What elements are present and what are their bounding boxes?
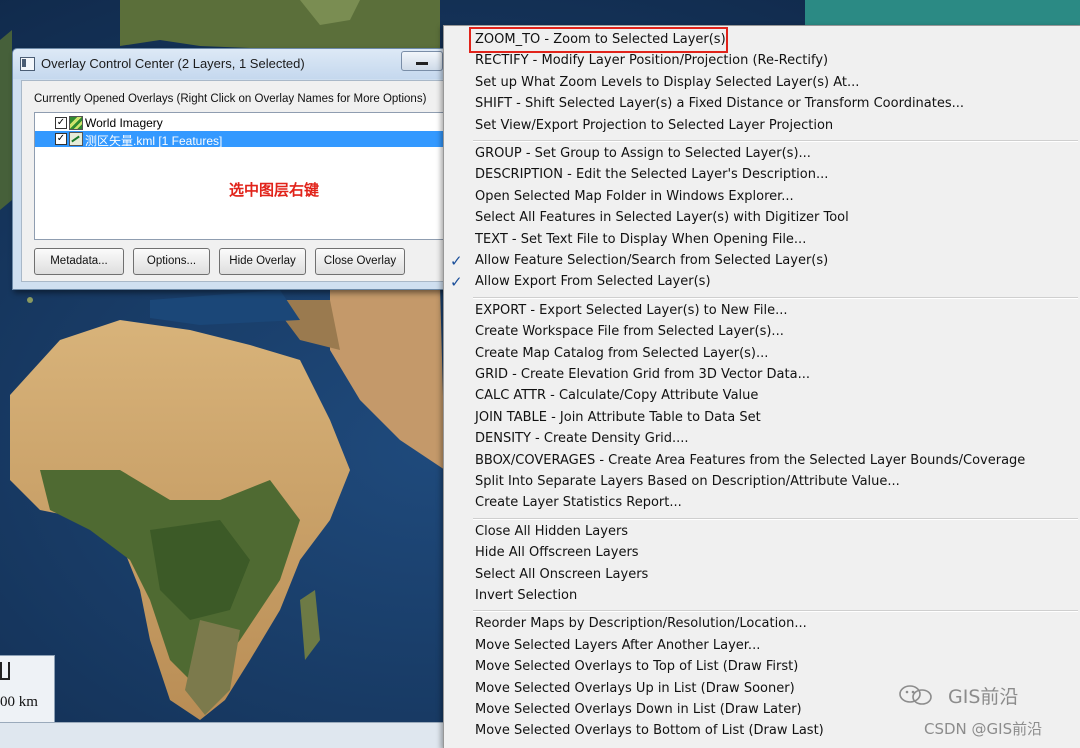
window-titlebar[interactable]: Overlay Control Center (2 Layers, 1 Sele…: [13, 49, 447, 79]
menu-separator: [473, 296, 1078, 299]
layer-visibility-checkbox[interactable]: ✓: [55, 133, 67, 145]
menu-item[interactable]: Move Selected Overlays Up in List (Draw …: [475, 679, 795, 699]
menu-separator: [473, 610, 1078, 613]
menu-item[interactable]: Move Selected Layers After Another Layer…: [475, 636, 760, 656]
wechat-icon: [899, 685, 932, 705]
menu-item[interactable]: Close All Hidden Layers: [475, 522, 628, 542]
watermark-credit: CSDN @GIS前沿: [924, 720, 1043, 738]
annotation-text: 选中图层右键: [229, 181, 320, 199]
status-bar: [0, 722, 445, 748]
menu-item[interactable]: Allow Feature Selection/Search from Sele…: [475, 251, 828, 271]
menu-item[interactable]: Open Selected Map Folder in Windows Expl…: [475, 187, 794, 207]
scale-bar-label: 00 km: [0, 694, 38, 710]
overlay-list-item-selected[interactable]: ✓ 测区矢量.kml [1 Features]: [35, 131, 445, 148]
raster-layer-icon: [69, 116, 83, 130]
menu-item[interactable]: Select All Features in Selected Layer(s)…: [475, 208, 849, 228]
menu-item[interactable]: DESCRIPTION - Edit the Selected Layer's …: [475, 165, 828, 185]
menu-separator: [473, 140, 1078, 142]
overlays-caption: Currently Opened Overlays (Right Click o…: [34, 93, 427, 105]
checkmark-icon: ✓: [450, 273, 463, 292]
menu-item[interactable]: Create Map Catalog from Selected Layer(s…: [475, 344, 768, 364]
layer-context-menu[interactable]: ZOOM_TO - Zoom to Selected Layer(s) RECTI…: [443, 25, 1080, 748]
overlay-list[interactable]: ✓ World Imagery ✓ 测区矢量.kml [1 Features] …: [34, 112, 446, 240]
menu-item[interactable]: Move Selected Overlays to Bottom of List…: [475, 721, 824, 741]
window-title: Overlay Control Center (2 Layers, 1 Sele…: [41, 56, 305, 71]
menu-item[interactable]: BBOX/COVERAGES - Create Area Features fr…: [475, 451, 1025, 471]
menu-item[interactable]: Set up What Zoom Levels to Display Selec…: [475, 73, 859, 93]
menu-item[interactable]: Create Workspace File from Selected Laye…: [475, 322, 784, 342]
menu-item[interactable]: Split Into Separate Layers Based on Desc…: [475, 472, 900, 492]
scale-bar: 00 km: [0, 655, 55, 724]
layer-name: World Imagery: [85, 116, 163, 130]
layer-name: 测区矢量.kml [1 Features]: [85, 134, 223, 148]
menu-item[interactable]: JOIN TABLE - Join Attribute Table to Dat…: [475, 408, 761, 428]
menu-item[interactable]: Select All Onscreen Layers: [475, 565, 648, 585]
menu-item[interactable]: TEXT - Set Text File to Display When Ope…: [475, 230, 806, 250]
menu-item[interactable]: GRID - Create Elevation Grid from 3D Vec…: [475, 365, 810, 385]
menu-item[interactable]: Create Layer Statistics Report...: [475, 493, 682, 513]
menu-item[interactable]: EXPORT - Export Selected Layer(s) to New…: [475, 301, 787, 321]
close-overlay-button[interactable]: Close Overlay: [315, 248, 405, 275]
menu-item[interactable]: SHIFT - Shift Selected Layer(s) a Fixed …: [475, 94, 964, 114]
menu-item[interactable]: Move Selected Overlays to Top of List (D…: [475, 657, 798, 677]
scale-bar-tick: [0, 662, 10, 680]
vector-layer-icon: [69, 132, 83, 146]
checkmark-icon: ✓: [450, 252, 463, 270]
menu-item[interactable]: Move Selected Overlays Down in List (Dra…: [475, 700, 802, 720]
watermark-title: GIS前沿: [948, 686, 1019, 708]
overlay-list-item[interactable]: ✓ World Imagery: [35, 115, 445, 131]
menu-item[interactable]: DENSITY - Create Density Grid....: [475, 429, 689, 449]
menu-item[interactable]: Hide All Offscreen Layers: [475, 543, 639, 563]
metadata-button[interactable]: Metadata...: [34, 248, 124, 275]
menu-item[interactable]: GROUP - Set Group to Assign to Selected …: [475, 144, 811, 164]
options-button[interactable]: Options...: [133, 248, 210, 275]
menu-separator: [473, 517, 1078, 520]
menu-item[interactable]: Invert Selection: [475, 586, 577, 606]
layer-visibility-checkbox[interactable]: ✓: [55, 117, 67, 129]
menu-item[interactable]: Allow Export From Selected Layer(s): [475, 272, 711, 292]
app-icon: [20, 57, 35, 71]
menu-item[interactable]: Reorder Maps by Description/Resolution/L…: [475, 614, 807, 634]
menu-item[interactable]: Set View/Export Projection to Selected L…: [475, 116, 833, 136]
menu-item[interactable]: CALC ATTR - Calculate/Copy Attribute Val…: [475, 386, 758, 406]
highlight-annotation-box: [469, 27, 728, 53]
overlay-control-center-window[interactable]: Overlay Control Center (2 Layers, 1 Sele…: [12, 48, 448, 290]
minimize-button[interactable]: [401, 51, 443, 71]
menu-item[interactable]: RECTIFY - Modify Layer Position/Projecti…: [475, 51, 828, 71]
window-body: Currently Opened Overlays (Right Click o…: [21, 80, 447, 282]
hide-overlay-button[interactable]: Hide Overlay: [219, 248, 306, 275]
